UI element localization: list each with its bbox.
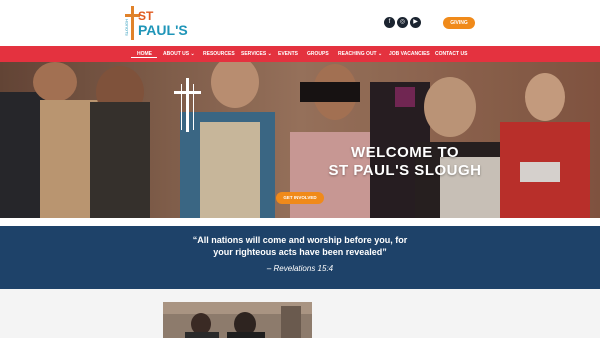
quote-line2: your righteous acts have been revealed” bbox=[213, 247, 387, 257]
nav-item-job-vacancies[interactable]: JOB VACANCIES bbox=[389, 46, 430, 62]
nav-active-indicator bbox=[131, 57, 157, 58]
get-involved-button[interactable]: GET INVOLVED bbox=[276, 192, 324, 204]
nav-item-services[interactable]: SERVICES ⌄ bbox=[241, 46, 272, 62]
nav-item-resources[interactable]: RESOURCES bbox=[203, 46, 235, 62]
nav-item-events[interactable]: EVENTS bbox=[278, 46, 298, 62]
quote-line1: “All nations will come and worship befor… bbox=[192, 235, 408, 245]
hero-cross-line-left bbox=[181, 84, 182, 130]
instagram-icon[interactable]: ◎ bbox=[397, 17, 408, 28]
nav-item-about-us[interactable]: ABOUT US ⌄ bbox=[163, 46, 195, 62]
youtube-icon[interactable]: ▶ bbox=[410, 17, 421, 28]
site-logo[interactable]: SLOUGH ST PAUL'S bbox=[124, 5, 188, 41]
hero-cross-bar bbox=[174, 91, 201, 94]
feature-image bbox=[163, 302, 312, 338]
nav-item-contact-us[interactable]: CONTACT US bbox=[435, 46, 467, 62]
logo-cross-icon bbox=[131, 6, 134, 40]
nav-item-home[interactable]: HOME bbox=[137, 46, 152, 62]
quote-reference: – Revelations 15:4 bbox=[266, 264, 334, 273]
hero-cross-icon bbox=[186, 78, 189, 132]
hero-cross-line-right bbox=[193, 84, 194, 130]
logo-line1: ST bbox=[138, 9, 154, 23]
facebook-icon[interactable]: f bbox=[384, 17, 395, 28]
section-spacer bbox=[0, 218, 600, 226]
nav-item-groups[interactable]: GROUPS bbox=[307, 46, 329, 62]
logo-line2: PAUL'S bbox=[138, 22, 188, 38]
hero-title-line2: ST PAUL'S SLOUGH bbox=[328, 162, 482, 179]
nav-item-reaching-out[interactable]: REACHING OUT ⌄ bbox=[338, 46, 382, 62]
feature-photo bbox=[163, 302, 312, 338]
giving-button[interactable]: GIVING bbox=[443, 17, 475, 29]
site-header: SLOUGH ST PAUL'S f ◎ ▶ GIVING bbox=[0, 0, 600, 46]
hero-title-line1: WELCOME TO bbox=[350, 144, 460, 161]
main-nav: HOME ABOUT US ⌄ RESOURCES SERVICES ⌄ EVE… bbox=[0, 46, 600, 62]
logo-small-text: SLOUGH bbox=[124, 19, 129, 36]
